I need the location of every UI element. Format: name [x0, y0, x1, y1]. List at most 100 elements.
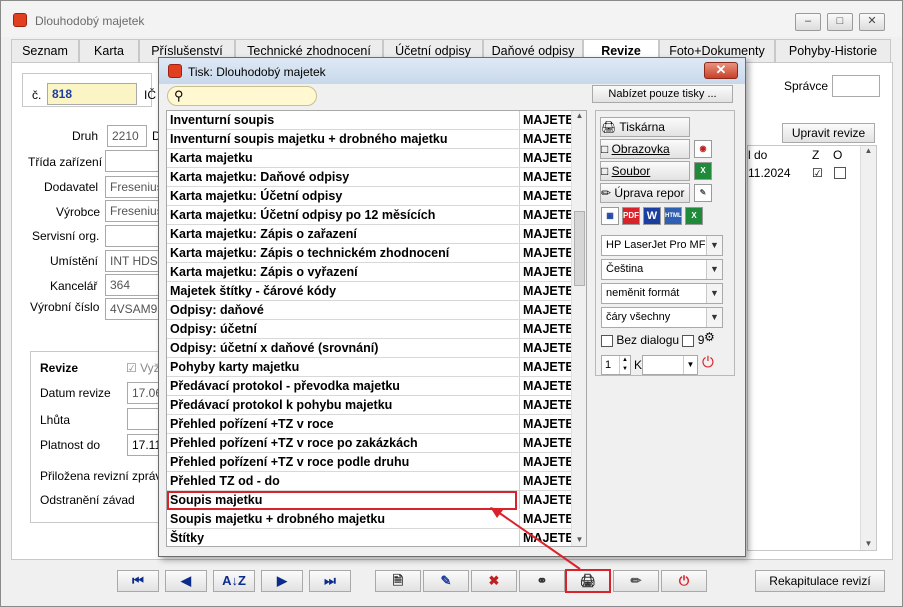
dialog-search-input[interactable]: ⚲: [167, 86, 317, 106]
sort-button[interactable]: A↓Z: [213, 570, 255, 592]
report-row[interactable]: Karta majetku: Daňové odpisy MAJETEK: [167, 168, 571, 187]
stepper-arrows-icon[interactable]: ▲ ▼: [619, 356, 630, 374]
new-record-button[interactable]: 🗎: [375, 570, 421, 592]
excel-icon[interactable]: X: [694, 162, 712, 180]
next-icon: ▶: [277, 573, 287, 588]
report-row[interactable]: Odpisy: daňové MAJETEK: [167, 301, 571, 320]
report-name: Přehled TZ od - do: [170, 474, 280, 488]
servis-field[interactable]: [105, 225, 161, 247]
minimize-button[interactable]: –: [795, 13, 821, 31]
list-scrollbar[interactable]: ▲ ▼: [571, 111, 586, 546]
calendar-icon[interactable]: ▦: [601, 207, 619, 225]
report-row[interactable]: Štítky MAJETEK: [167, 529, 571, 546]
report-type: MAJETEK: [519, 225, 571, 243]
tab-seznam[interactable]: Seznam: [11, 39, 79, 63]
report-row[interactable]: Majetek štítky - čárové kódy MAJETEK: [167, 282, 571, 301]
druh-field[interactable]: 2210: [107, 125, 147, 147]
close-button[interactable]: ✕: [859, 13, 885, 31]
report-row[interactable]: Karta majetku MAJETEK: [167, 149, 571, 168]
k-select[interactable]: ▼: [642, 355, 698, 375]
delete-record-button[interactable]: ✖: [471, 570, 517, 592]
next-record-button[interactable]: ▶: [261, 570, 303, 592]
exit-button[interactable]: ⏻: [661, 570, 707, 592]
edit-record-button[interactable]: ✎: [423, 570, 469, 592]
copies-stepper[interactable]: 1 ▲ ▼: [601, 355, 631, 375]
report-row[interactable]: Předávací protokol - převodka majetku MAJ…: [167, 377, 571, 396]
file-icon: □: [601, 164, 609, 178]
obrazovka-button[interactable]: □ Obrazovka: [600, 139, 690, 159]
report-row[interactable]: Odpisy: účetní x daňové (srovnání) MAJETE…: [167, 339, 571, 358]
format-select[interactable]: neměnit formát ▼: [601, 283, 723, 304]
report-type: MAJETEK: [519, 472, 571, 490]
pdf-icon[interactable]: PDF: [622, 207, 640, 225]
lines-select[interactable]: čáry všechny ▼: [601, 307, 723, 328]
grid-scrollbar[interactable]: ▲ ▼: [860, 146, 876, 550]
report-design-button[interactable]: ✏: [613, 570, 659, 592]
report-row[interactable]: Karta majetku: Účetní odpisy po 12 měsíc…: [167, 206, 571, 225]
previous-record-button[interactable]: ◀: [165, 570, 207, 592]
umisteni-field[interactable]: INT HDS: [105, 250, 161, 272]
bez-dialogu-checkbox[interactable]: [601, 334, 613, 347]
tiskarna-button[interactable]: 🖨 Tiskárna: [600, 117, 690, 137]
print-button[interactable]: 🖨: [565, 569, 611, 593]
report-row[interactable]: Pohyby karty majetku MAJETEK: [167, 358, 571, 377]
soubor-button[interactable]: □ Soubor: [600, 161, 690, 181]
html-icon[interactable]: HTML: [664, 207, 682, 225]
c-value-field[interactable]: 818: [47, 83, 137, 105]
language-select[interactable]: Čeština ▼: [601, 259, 723, 280]
report-row[interactable]: Přehled pořízení +TZ v roce MAJETEK: [167, 415, 571, 434]
report-row[interactable]: Soupis majetku MAJETEK: [167, 491, 571, 510]
search-record-button[interactable]: ⚭: [519, 570, 565, 592]
nine-checkbox[interactable]: [682, 334, 695, 347]
binoculars-icon: ⚭: [536, 573, 548, 588]
report-row[interactable]: Karta majetku: Zápis o technickém zhodno…: [167, 244, 571, 263]
first-record-button[interactable]: ⏮: [117, 570, 159, 592]
vyrcislo-field[interactable]: 4VSAM95: [105, 298, 161, 320]
report-row[interactable]: Přehled pořízení +TZ v roce podle druhu M…: [167, 453, 571, 472]
nabizet-button[interactable]: Nabízet pouze tisky ...: [592, 85, 733, 103]
dialog-close-button[interactable]: ✕: [704, 62, 738, 79]
pencil-ruler-icon[interactable]: ✎: [694, 184, 712, 202]
vyz-checkbox[interactable]: ☑ Vyž: [126, 361, 160, 375]
tab-karta[interactable]: Karta: [79, 39, 139, 63]
prilozena-label: Přiložena revizní zpráv: [40, 469, 162, 483]
preview-icon[interactable]: ◉: [694, 140, 712, 158]
last-record-button[interactable]: ⏭: [309, 570, 351, 592]
kancelar-field[interactable]: 364: [105, 274, 161, 296]
scroll-up-icon[interactable]: ▲: [572, 111, 586, 120]
report-row[interactable]: Přehled pořízení +TZ v roce po zakázkách…: [167, 434, 571, 453]
report-row[interactable]: Soupis majetku + drobného majetku MAJETEK: [167, 510, 571, 529]
scroll-down-icon[interactable]: ▼: [572, 535, 586, 544]
word-icon[interactable]: W: [643, 207, 661, 225]
grid-o-checkbox[interactable]: [834, 167, 846, 179]
scroll-thumb[interactable]: [574, 211, 585, 286]
report-name: Přehled pořízení +TZ v roce: [170, 417, 334, 431]
grid-scroll-up-icon[interactable]: ▲: [861, 146, 876, 155]
report-row[interactable]: Inventurní soupis majetku + drobného maj…: [167, 130, 571, 149]
upravit-revize-button[interactable]: Upravit revize: [782, 123, 875, 143]
rekapitulace-button[interactable]: Rekapitulace revizí: [755, 570, 885, 592]
power-icon[interactable]: ⏻: [702, 354, 714, 371]
chevron-down-icon: ▼: [706, 236, 722, 255]
report-row[interactable]: Předávací protokol k pohybu majetku MAJET…: [167, 396, 571, 415]
report-row[interactable]: Karta majetku: Zápis o vyřazení MAJETEK: [167, 263, 571, 282]
tab-pohyby-historie[interactable]: Pohyby-Historie: [775, 39, 891, 63]
settings-icon[interactable]: ⚙: [704, 330, 715, 344]
report-row[interactable]: Přehled TZ od - do MAJETEK: [167, 472, 571, 491]
report-row[interactable]: Inventurní soupis MAJETEK: [167, 111, 571, 130]
grid-scroll-down-icon[interactable]: ▼: [861, 539, 876, 548]
report-row[interactable]: Karta majetku: Zápis o zařazení MAJETEK: [167, 225, 571, 244]
report-row[interactable]: Karta majetku: Účetní odpisy MAJETEK: [167, 187, 571, 206]
vyrobce-field[interactable]: Fresenius: [105, 200, 161, 222]
uprava-reportu-button[interactable]: ✏ Úprava repor: [600, 183, 690, 203]
dodavatel-field[interactable]: Fresenius: [105, 176, 161, 198]
delete-icon: ✖: [488, 573, 500, 588]
report-row[interactable]: Odpisy: účetní MAJETEK: [167, 320, 571, 339]
maximize-button[interactable]: □: [827, 13, 853, 31]
report-list: ŠtítkyMAJETEKSoupis majetku + drobného m…: [166, 110, 587, 547]
printer-select[interactable]: HP LaserJet Pro MFP ▼: [601, 235, 723, 256]
excel-export-icon[interactable]: X: [685, 207, 703, 225]
spravce-field[interactable]: [832, 75, 880, 97]
grid-z-checkbox[interactable]: ☑: [812, 166, 823, 180]
trida-field[interactable]: [105, 150, 161, 172]
